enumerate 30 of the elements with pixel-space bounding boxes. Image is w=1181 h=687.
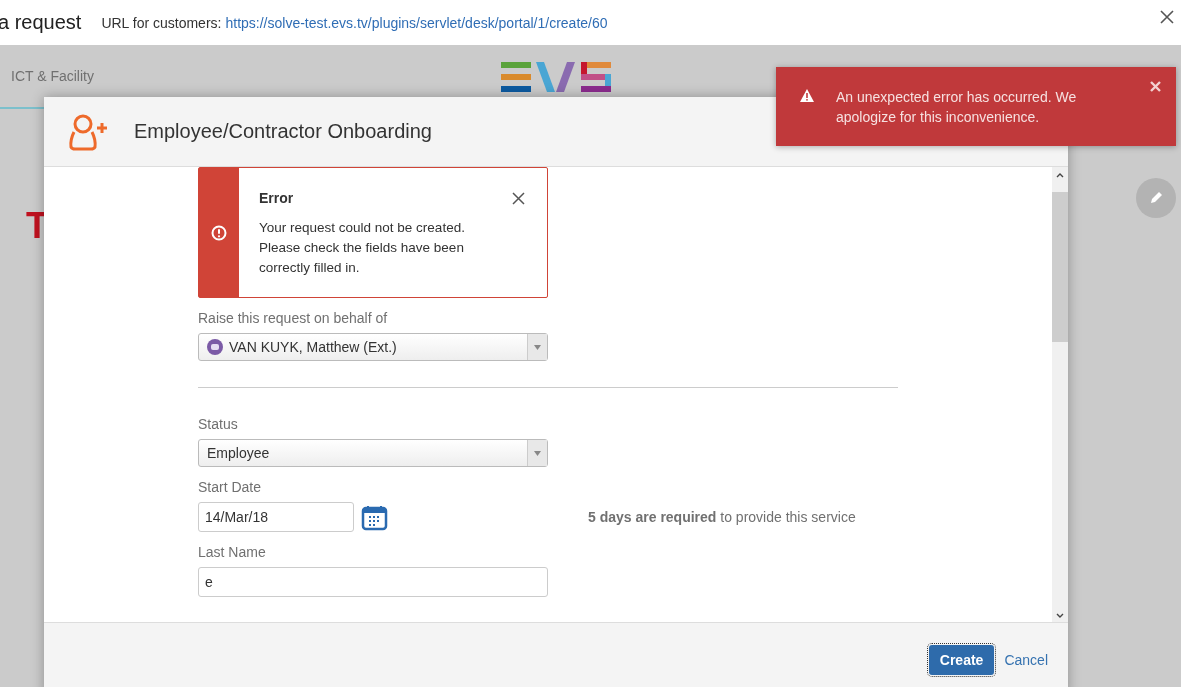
warning-icon — [800, 89, 814, 102]
text-field[interactable]: e — [198, 567, 548, 597]
customer-url-link[interactable]: https://solve-test.evs.tv/plugins/servlet/desk/portal/1/create/60 — [225, 14, 608, 31]
scroll-up-icon[interactable] — [1056, 173, 1064, 178]
alert-icon — [211, 224, 227, 241]
toast-message: An unexpected error has occurred. We apologize for this inconvenience. — [836, 88, 1078, 127]
field-label: Raise this request on behalf of — [198, 310, 389, 326]
field-label: Start Date — [198, 479, 263, 495]
create-button[interactable]: Create — [928, 645, 995, 675]
caret-icon — [534, 344, 541, 350]
error-text: Your request could not be created. Please check the fields have been correctly filled in. — [259, 219, 466, 277]
close-icon[interactable] — [512, 192, 525, 205]
close-icon[interactable] — [1160, 10, 1174, 24]
url-label: URL for customers: — [101, 14, 222, 31]
select-field[interactable]: Employee — [198, 439, 548, 467]
error-title: Error — [259, 190, 295, 206]
calendar-icon[interactable] — [361, 503, 388, 531]
select-field[interactable]: VAN KUYK, Matthew (Ext.) — [198, 333, 548, 361]
cancel-link[interactable]: Cancel — [1004, 652, 1048, 668]
field-label: Status — [198, 416, 239, 432]
request-type-title: Employee/Contractor Onboarding — [134, 120, 432, 143]
pencil-icon — [1149, 191, 1163, 205]
lead-time-note: 5 days are required to provide this service — [588, 509, 856, 525]
date-field[interactable]: 14/Mar/18 — [198, 502, 354, 532]
field-label: Last Name — [198, 544, 267, 560]
caret-icon — [534, 450, 541, 456]
add-user-icon — [68, 112, 110, 151]
user-avatar-icon — [207, 339, 223, 355]
scroll-down-icon[interactable] — [1056, 613, 1064, 618]
scrollbar[interactable] — [1052, 167, 1068, 622]
